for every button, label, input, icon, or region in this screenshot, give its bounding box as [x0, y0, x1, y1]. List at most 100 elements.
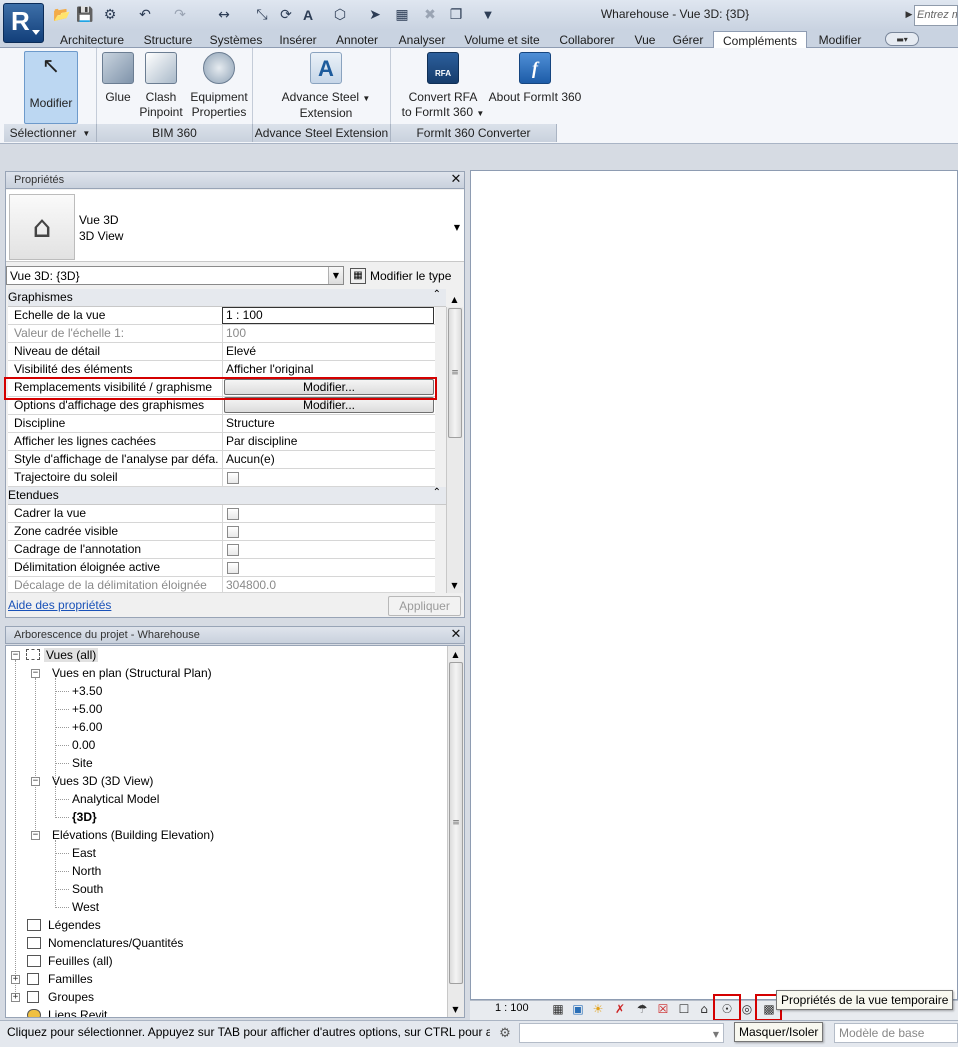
workset-chevron-down-icon[interactable]: ▼	[710, 1027, 722, 1041]
thin-lines-icon[interactable]: ▦	[392, 6, 412, 24]
prop-row[interactable]: Cadrage de l'annotation	[8, 541, 435, 559]
tree-item-groups[interactable]: Groupes	[48, 989, 94, 1006]
browser-scroll-down-icon[interactable]: ▼	[448, 1003, 463, 1015]
collapse-views-icon[interactable]: −	[11, 651, 20, 660]
workset-icon[interactable]: ⚙	[495, 1023, 515, 1043]
far-clip-checkbox[interactable]	[227, 562, 239, 574]
prop-row-visibility-overrides[interactable]: Remplacements visibilité / graphisme Modi…	[8, 379, 435, 397]
detail-level-icon[interactable]: ▦	[550, 1001, 566, 1017]
collapse-3d-views-icon[interactable]: −	[31, 777, 40, 786]
graphic-options-modify-button[interactable]: Modifier...	[224, 397, 434, 413]
expand-groups-icon[interactable]: +	[11, 993, 20, 1002]
view-scale[interactable]: 1 : 100	[495, 1002, 529, 1014]
open-icon[interactable]: 📂	[52, 6, 72, 24]
scroll-up-icon[interactable]: ▲	[447, 293, 462, 305]
tree-item-families[interactable]: Familles	[48, 971, 93, 988]
undo-icon[interactable]: ↶	[135, 6, 155, 24]
3d-view-icon[interactable]: ⬡	[330, 6, 350, 24]
crop-view-checkbox[interactable]	[227, 508, 239, 520]
tree-item-views[interactable]: Vues (all)	[26, 647, 99, 664]
properties-help-link[interactable]: Aide des propriétés	[8, 598, 111, 612]
tree-item-revit-links[interactable]: Liens Revit	[48, 1007, 107, 1017]
tab-modify[interactable]: Modifier	[810, 31, 870, 48]
tree-item-level[interactable]: Site	[72, 755, 93, 772]
tree-item-legends[interactable]: Légendes	[48, 917, 101, 934]
sun-path-icon[interactable]: ☀	[590, 1001, 606, 1017]
sun-path-checkbox[interactable]	[227, 472, 239, 484]
prop-row[interactable]: Style d'affichage de l'analyse par défa.…	[8, 451, 435, 469]
crop-view-icon[interactable]: ☒	[655, 1001, 671, 1017]
lock-view-icon[interactable]: ⌂	[696, 1001, 712, 1017]
prop-row[interactable]: Délimitation éloignée active	[8, 559, 435, 577]
prop-row[interactable]: Visibilité des éléments Afficher l'origin…	[8, 361, 435, 379]
tree-item-level[interactable]: +6.00	[72, 719, 102, 736]
tree-item-elevation[interactable]: North	[72, 863, 101, 880]
collapse-elevations-icon[interactable]: −	[31, 831, 40, 840]
tree-item-elevation[interactable]: South	[72, 881, 103, 898]
prop-row[interactable]: Trajectoire du soleil	[8, 469, 435, 487]
prop-row[interactable]: Afficher les lignes cachées Par disciplin…	[8, 433, 435, 451]
switch-windows-icon[interactable]: ❐	[446, 6, 466, 24]
show-crop-icon[interactable]: ☐	[676, 1001, 692, 1017]
tree-item-structural-plans[interactable]: Vues en plan (Structural Plan)	[52, 665, 212, 682]
tree-item-level[interactable]: 0.00	[72, 737, 95, 754]
advance-steel-button[interactable]: A Advance Steel ▼ Extension	[280, 52, 372, 121]
prop-row[interactable]: Zone cadrée visible	[8, 523, 435, 541]
view-selector-dropdown[interactable]: Vue 3D: {3D}	[6, 266, 344, 285]
properties-scroll-thumb[interactable]: ≡	[448, 308, 462, 438]
group-graphics[interactable]: Graphismes ⌃	[8, 289, 446, 307]
scroll-down-icon[interactable]: ▼	[447, 579, 462, 591]
tree-item-elevation[interactable]: East	[72, 845, 96, 862]
browser-scroll-thumb[interactable]: ≡	[449, 662, 463, 984]
browser-close-icon[interactable]: ✕	[449, 627, 463, 642]
temporary-hide-isolate-icon[interactable]: ☉	[718, 1001, 736, 1017]
tab-structure[interactable]: Structure	[136, 31, 200, 48]
search-expand-icon[interactable]: ▶	[904, 8, 914, 22]
shadows-icon[interactable]: ✗	[612, 1001, 628, 1017]
apply-button[interactable]: Appliquer	[388, 596, 461, 616]
tag-icon[interactable]: ⟳	[276, 6, 296, 24]
customize-qat-icon[interactable]: ▼	[478, 6, 498, 24]
dimension-icon[interactable]: ⤡	[252, 6, 272, 24]
3d-view-canvas[interactable]	[470, 170, 958, 1000]
expand-families-icon[interactable]: +	[11, 975, 20, 984]
tree-item-sheets[interactable]: Feuilles (all)	[48, 953, 113, 970]
tree-item-schedules[interactable]: Nomenclatures/Quantités	[48, 935, 183, 952]
edit-type-button[interactable]: ▦ Modifier le type	[350, 266, 460, 285]
collapse-plans-icon[interactable]: −	[31, 669, 40, 678]
tab-manage[interactable]: Gérer	[666, 31, 710, 48]
equipment-properties-button[interactable]: Equipment Properties	[188, 52, 250, 120]
render-icon[interactable]: ☂	[634, 1001, 650, 1017]
measure-icon[interactable]: ↔	[214, 6, 234, 24]
reveal-hidden-icon[interactable]: ◎	[741, 1001, 753, 1017]
tab-insert[interactable]: Insérer	[272, 31, 324, 48]
prop-row[interactable]: Niveau de détail Elevé	[8, 343, 435, 361]
properties-close-icon[interactable]: ✕	[449, 172, 463, 187]
clash-pinpoint-button[interactable]: Clash Pinpoint	[138, 52, 184, 120]
tab-analyze[interactable]: Analyser	[390, 31, 454, 48]
sync-icon[interactable]: ⚙	[100, 6, 120, 24]
prop-row[interactable]: Cadrer la vue	[8, 505, 435, 523]
workset-dropdown[interactable]	[519, 1023, 724, 1043]
annotation-crop-checkbox[interactable]	[227, 544, 239, 556]
tab-collaborate[interactable]: Collaborer	[550, 31, 624, 48]
tab-architecture[interactable]: Architecture	[52, 31, 132, 48]
modify-button[interactable]: ↖ Modifier	[24, 51, 78, 124]
tab-view[interactable]: Vue	[628, 31, 662, 48]
select-panel-label[interactable]: Sélectionner ▼	[4, 124, 97, 142]
tab-systems[interactable]: Systèmes	[204, 31, 268, 48]
prop-row-graphic-options[interactable]: Options d'affichage des graphismes Modifi…	[8, 397, 435, 415]
tree-item-analytical-model[interactable]: Analytical Model	[72, 791, 159, 808]
selector-chevron-down-icon[interactable]: ▼	[328, 267, 343, 284]
revit-logo-icon[interactable]: R	[3, 3, 44, 43]
tree-item-3d-views[interactable]: Vues 3D (3D View)	[52, 773, 153, 790]
visual-style-icon[interactable]: ▣	[570, 1001, 586, 1017]
section-icon[interactable]: ➤	[365, 6, 385, 24]
ribbon-toggle-icon[interactable]: ▬▾	[885, 32, 919, 46]
tab-addins[interactable]: Compléments	[713, 31, 807, 49]
prop-row[interactable]: Discipline Structure	[8, 415, 435, 433]
tree-item-elevation[interactable]: West	[72, 899, 99, 916]
visibility-modify-button[interactable]: Modifier...	[224, 379, 434, 395]
tree-item-level[interactable]: +5.00	[72, 701, 102, 718]
close-hidden-icon[interactable]: ✖	[420, 6, 440, 24]
